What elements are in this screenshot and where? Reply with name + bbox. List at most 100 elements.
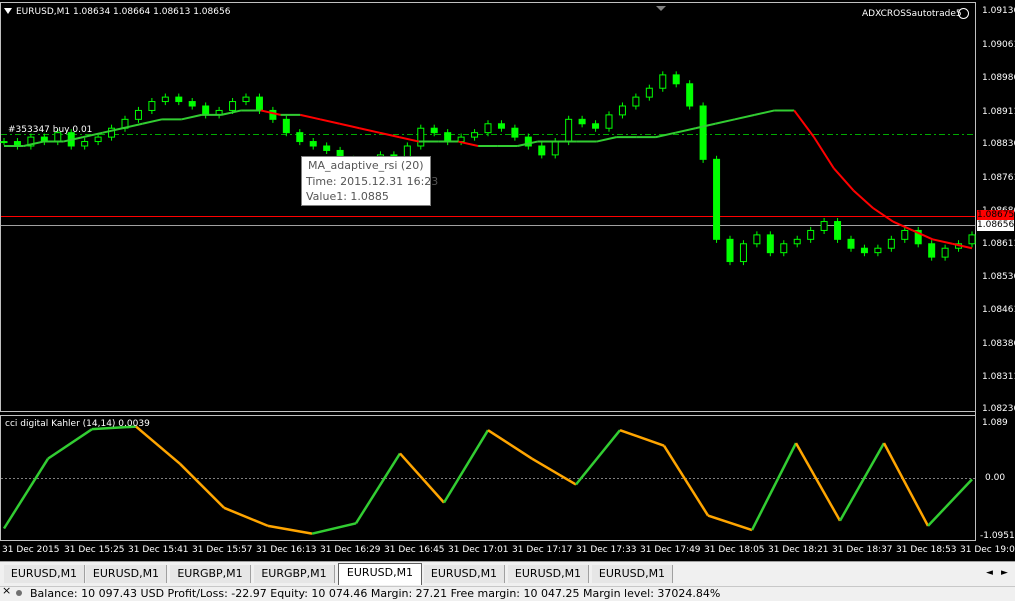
ma-segment bbox=[300, 113, 321, 121]
ma-segment bbox=[221, 109, 242, 116]
main-chart bbox=[0, 2, 976, 541]
candle-body bbox=[968, 234, 976, 245]
candle-body bbox=[161, 96, 169, 103]
price-tick: 1.08311 bbox=[982, 372, 1015, 382]
candle-body bbox=[417, 127, 425, 147]
time-tick: 31 Dec 2015 bbox=[2, 545, 60, 555]
candle-body bbox=[618, 105, 626, 116]
chart-area[interactable]: EURUSD,M1 1.08634 1.08664 1.08613 1.0865… bbox=[0, 0, 1015, 560]
ma-segment bbox=[675, 127, 696, 134]
candle-body bbox=[484, 123, 492, 134]
time-tick: 31 Dec 17:49 bbox=[640, 545, 701, 555]
osc-segment bbox=[531, 457, 577, 486]
indicator-tooltip: MA_adaptive_rsi (20) Time: 2015.12.31 16… bbox=[301, 156, 438, 206]
price-tick: 1.08986 bbox=[982, 73, 1015, 83]
candle-body bbox=[148, 101, 156, 111]
indicator-tick-bottom: -1.0951 bbox=[980, 531, 1015, 541]
candle-body bbox=[928, 243, 936, 258]
candle-body bbox=[592, 123, 600, 129]
osc-segment bbox=[223, 506, 269, 528]
candle-body bbox=[296, 132, 304, 143]
candle-body bbox=[820, 221, 828, 231]
time-tick: 31 Dec 16:13 bbox=[256, 545, 317, 555]
osc-segment bbox=[750, 442, 798, 531]
indicator-tick-zero: 0.00 bbox=[985, 473, 1006, 483]
price-tick: 1.08836 bbox=[982, 139, 1015, 149]
candle-body bbox=[188, 101, 196, 107]
tab-eurgbp-m1[interactable]: EURGBP,M1 bbox=[254, 565, 335, 583]
tooltip-line2: Time: 2015.12.31 16:23 bbox=[306, 175, 439, 188]
candle-body bbox=[255, 96, 263, 111]
time-tick: 31 Dec 16:29 bbox=[320, 545, 381, 555]
tab-eurusd-m1[interactable]: EURUSD,M1 bbox=[86, 565, 167, 583]
candle-body bbox=[726, 238, 734, 263]
candle-body bbox=[739, 243, 747, 263]
tab-eurusd-m1[interactable]: EURUSD,M1 bbox=[592, 565, 673, 583]
osc-segment bbox=[487, 429, 533, 460]
osc-segment bbox=[135, 425, 181, 465]
candle-body bbox=[887, 238, 895, 249]
time-tick: 31 Dec 18:21 bbox=[768, 545, 829, 555]
time-tick: 31 Dec 18:37 bbox=[832, 545, 893, 555]
tab-eurusd-m1-active[interactable]: EURUSD,M1 bbox=[338, 563, 422, 585]
scroll-left-icon[interactable]: ◄ bbox=[986, 568, 993, 578]
candle-body bbox=[202, 105, 210, 116]
candle-body bbox=[901, 229, 909, 240]
time-tick: 31 Dec 19:09 bbox=[960, 545, 1015, 555]
price-tick: 1.08761 bbox=[982, 173, 1015, 183]
price-tick: 1.09061 bbox=[982, 40, 1015, 50]
candle-body bbox=[699, 105, 707, 160]
candles-layer bbox=[0, 71, 976, 266]
tab-eurusd-m1[interactable]: EURUSD,M1 bbox=[508, 565, 589, 583]
ma-segment bbox=[832, 167, 855, 192]
expert-smiley-icon[interactable] bbox=[958, 8, 969, 19]
current-price-label: 1.08656 bbox=[977, 220, 1015, 231]
candle-body bbox=[605, 114, 613, 129]
ma-segment bbox=[734, 113, 755, 121]
order-label[interactable]: #353347 buy 0.01 bbox=[8, 125, 92, 135]
candle-body bbox=[632, 96, 640, 107]
expert-name[interactable]: ADXCROSSautotrade5 bbox=[862, 9, 962, 19]
time-tick: 31 Dec 16:45 bbox=[384, 545, 445, 555]
ma-segment bbox=[754, 109, 775, 116]
candle-body bbox=[659, 74, 667, 89]
ma-segment bbox=[932, 238, 953, 245]
candle-body bbox=[511, 127, 519, 138]
tab-eurgbp-m1[interactable]: EURGBP,M1 bbox=[170, 565, 251, 583]
price-tick: 1.08386 bbox=[982, 339, 1015, 349]
osc-segment bbox=[442, 429, 490, 504]
time-tick: 31 Dec 17:33 bbox=[576, 545, 637, 555]
candle-body bbox=[323, 145, 331, 151]
candle-body bbox=[941, 247, 949, 258]
candle-body bbox=[793, 238, 801, 245]
time-tick: 31 Dec 15:57 bbox=[192, 545, 253, 555]
candle-body bbox=[242, 96, 250, 103]
osc-segment bbox=[662, 445, 710, 517]
collapse-triangle-icon[interactable] bbox=[4, 8, 12, 14]
candle-body bbox=[753, 234, 761, 245]
tooltip-line1: MA_adaptive_rsi (20) bbox=[308, 159, 424, 172]
candle-body bbox=[780, 243, 788, 254]
tab-eurusd-m1[interactable]: EURUSD,M1 bbox=[4, 565, 85, 583]
ma-segment bbox=[339, 122, 360, 130]
candle-body bbox=[807, 229, 815, 240]
status-bar: × Balance: 10 097.43 USD Profit/Loss: -2… bbox=[0, 584, 1015, 601]
osc-segment bbox=[47, 428, 93, 460]
candle-body bbox=[134, 109, 142, 120]
indicator-label: cci digital Kahler (14,14) 0.0039 bbox=[5, 419, 150, 429]
time-tick: 31 Dec 17:17 bbox=[512, 545, 573, 555]
candle-body bbox=[282, 118, 290, 134]
indicator-tick-top: 1.089 bbox=[982, 418, 1008, 428]
close-icon[interactable]: × bbox=[2, 584, 11, 597]
candle-body bbox=[578, 118, 586, 125]
ma-segment bbox=[398, 136, 420, 143]
ma-segment bbox=[359, 127, 380, 134]
tab-eurusd-m1[interactable]: EURUSD,M1 bbox=[424, 565, 505, 583]
account-summary: Balance: 10 097.43 USD Profit/Loss: -22.… bbox=[30, 587, 721, 600]
osc-segment bbox=[794, 442, 842, 522]
candle-body bbox=[471, 132, 479, 138]
price-tick: 1.08611 bbox=[982, 239, 1015, 249]
scroll-right-icon[interactable]: ► bbox=[1001, 568, 1008, 578]
ma-segment bbox=[596, 136, 617, 143]
time-tick: 31 Dec 17:01 bbox=[448, 545, 509, 555]
